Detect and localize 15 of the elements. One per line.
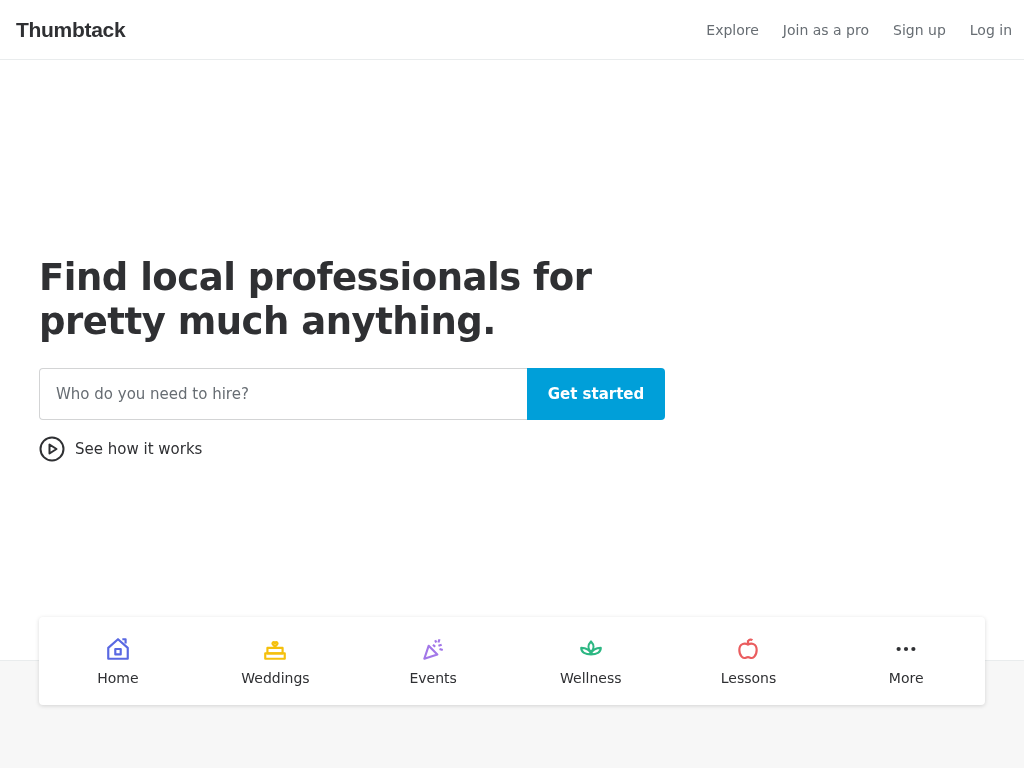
nav-link[interactable]: Log in <box>969 21 1012 38</box>
category-link[interactable]: Home <box>39 617 197 705</box>
category-link[interactable]: Events <box>354 617 512 705</box>
nav-link[interactable]: Explore <box>706 21 759 38</box>
play-icon <box>39 436 65 462</box>
hero-heading: Find local professionals for pretty much anything. <box>39 256 593 344</box>
nav-link[interactable]: Join as a pro <box>782 21 870 38</box>
category-link[interactable]: Lessons <box>669 617 828 705</box>
category-link[interactable]: Wellness <box>512 617 670 705</box>
video-link[interactable]: See how it works <box>39 436 1024 462</box>
logo[interactable]: Thumbtack <box>16 17 126 42</box>
search-field[interactable]: Who do you need to hire? <box>39 368 527 420</box>
category-link[interactable]: More <box>827 617 985 705</box>
nav-link[interactable]: Sign up <box>893 21 946 38</box>
category-link[interactable]: Weddings <box>196 617 355 705</box>
